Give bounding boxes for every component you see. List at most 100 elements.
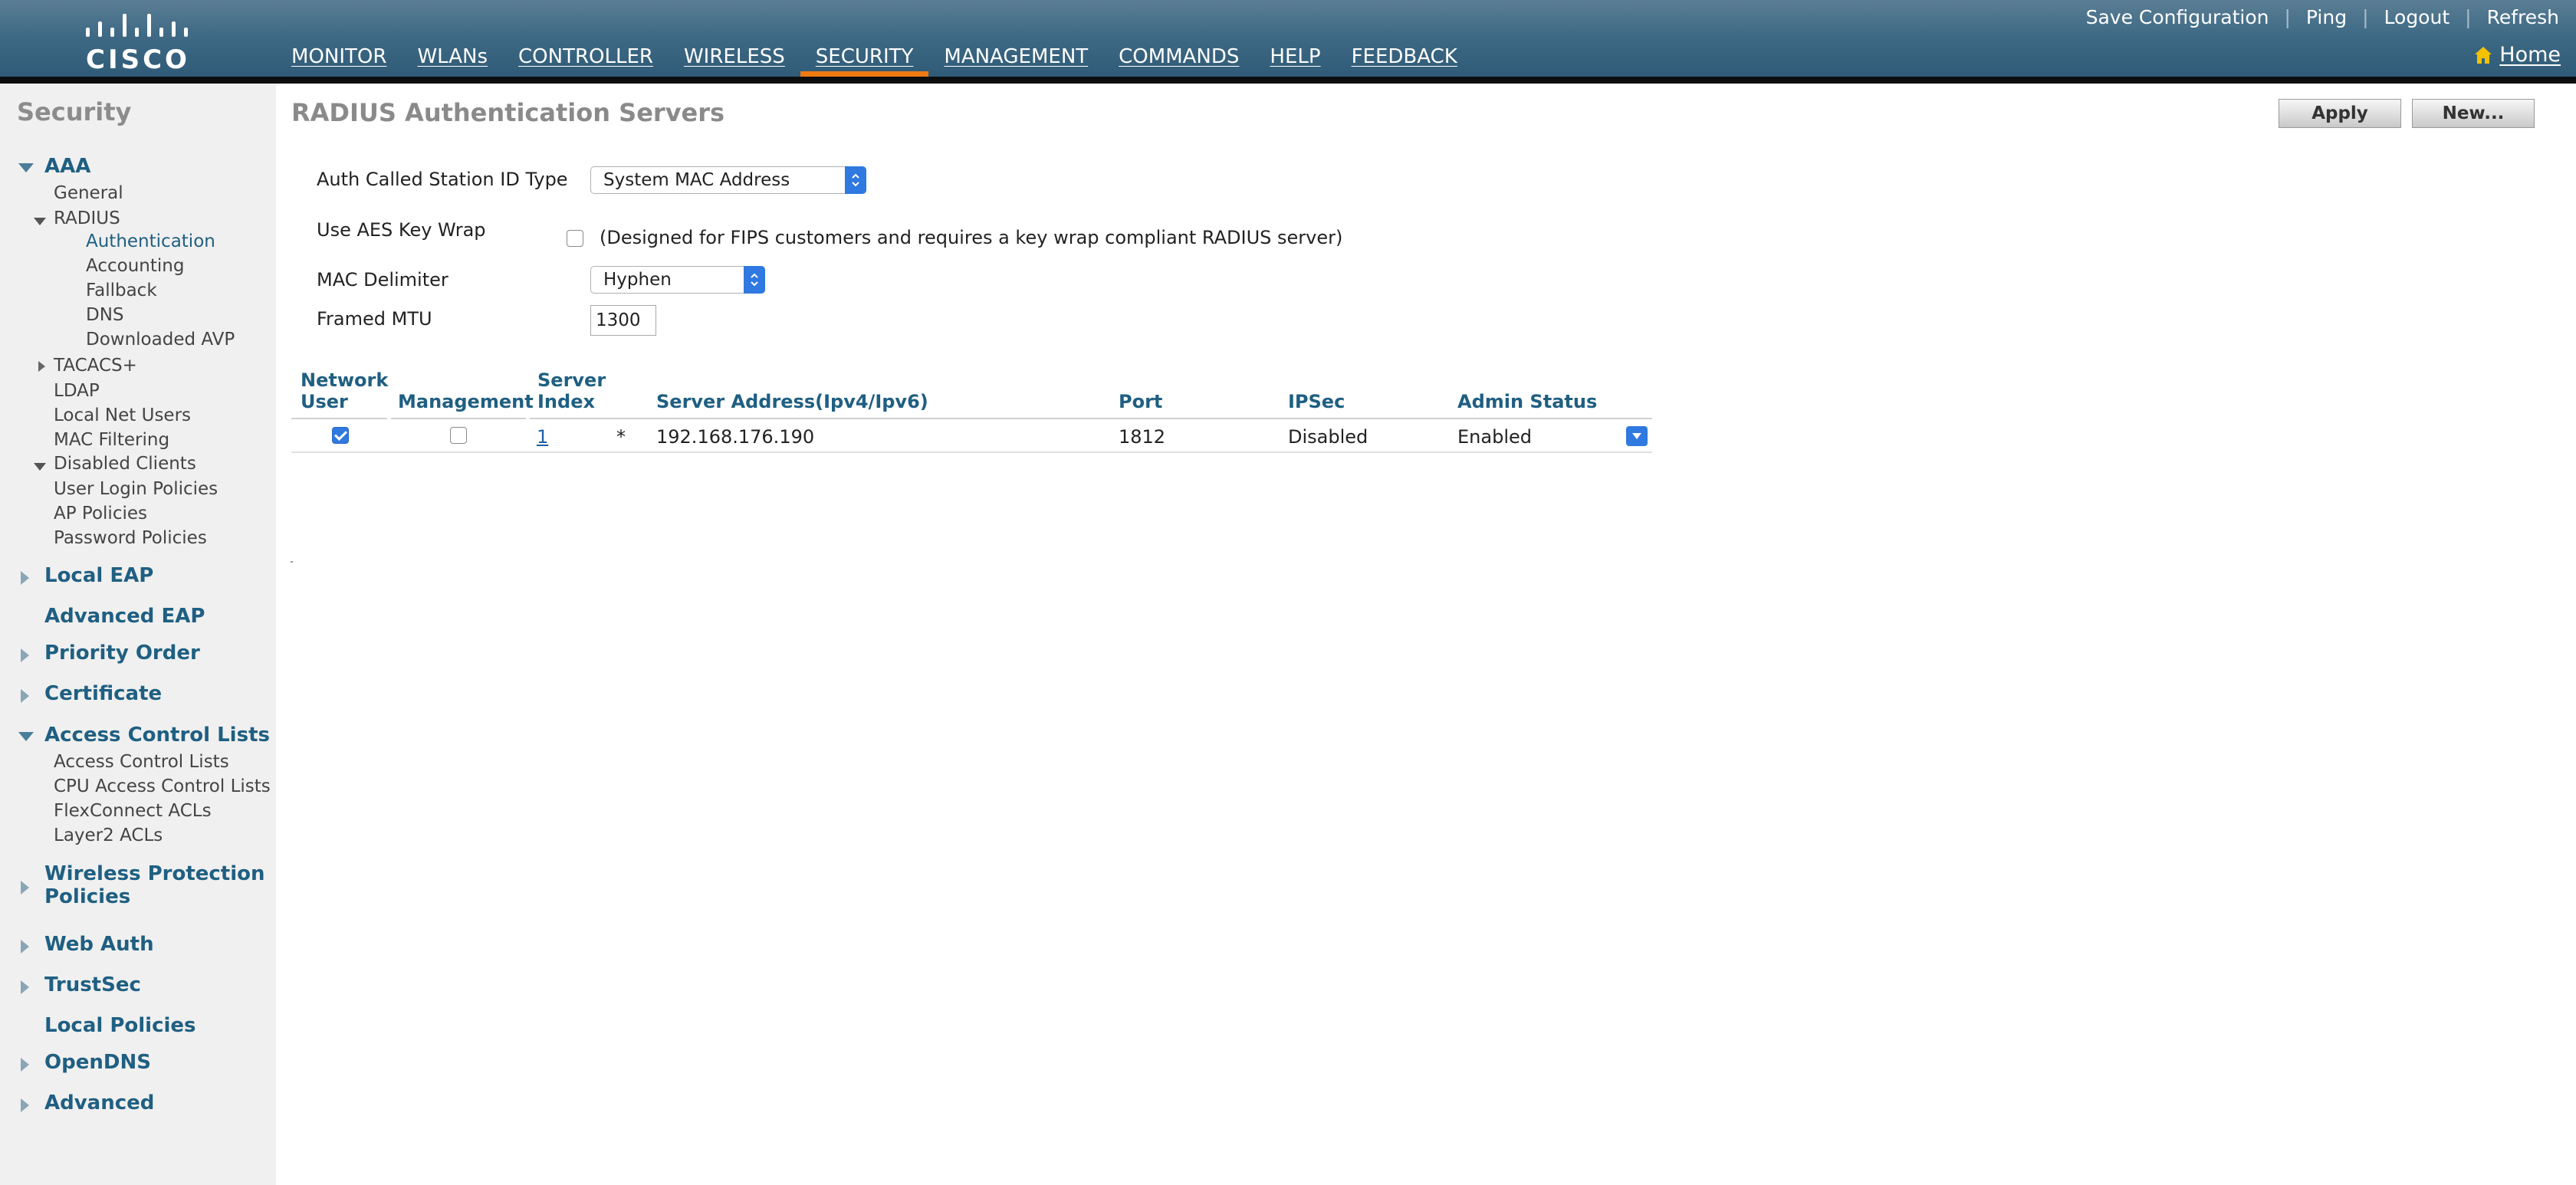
server-index-link[interactable]: 1 (537, 426, 548, 448)
sidebar-item-access-control-lists[interactable]: Access Control Lists (44, 724, 270, 747)
aes-key-wrap-checkbox[interactable] (567, 230, 583, 247)
sidebar-item-ldap[interactable]: LDAP (54, 381, 100, 401)
sidebar-item-accounting[interactable]: Accounting (86, 256, 184, 276)
collapse-triangle-icon[interactable] (21, 648, 29, 662)
sidebar-item-dns[interactable]: DNS (86, 305, 124, 325)
sidebar-item-downloaded-avp[interactable]: Downloaded AVP (86, 330, 235, 350)
select-arrows-icon (744, 266, 765, 294)
expand-triangle-icon[interactable] (18, 163, 34, 172)
sidebar-item-trustsec[interactable]: TrustSec (44, 973, 141, 996)
nav-commands[interactable]: COMMANDS (1103, 43, 1254, 77)
sidebar-item-flexconnect-acls[interactable]: FlexConnect ACLs (54, 801, 212, 821)
sidebar-item-priority-order[interactable]: Priority Order (44, 642, 200, 665)
nav-management[interactable]: MANAGEMENT (928, 43, 1103, 77)
sidebar-item-ap-policies[interactable]: AP Policies (54, 504, 147, 524)
sidebar-item-local-policies[interactable]: Local Policies (44, 1014, 196, 1037)
sidebar-item-mac-filtering[interactable]: MAC Filtering (54, 430, 169, 450)
nav-wlans[interactable]: WLANs (402, 43, 503, 77)
sidebar-item-opendns[interactable]: OpenDNS (44, 1051, 151, 1074)
aes-key-wrap-label: Use AES Key Wrap (317, 219, 486, 241)
sidebar-item-tacacs[interactable]: TACACS+ (54, 356, 137, 376)
sidebar-item-web-auth[interactable]: Web Auth (44, 933, 154, 956)
cisco-wordmark: CISCO (86, 44, 190, 75)
apply-button[interactable]: Apply (2279, 99, 2401, 128)
sidebar-item-advanced-eap[interactable]: Advanced EAP (44, 605, 205, 628)
expand-triangle-icon[interactable] (34, 218, 46, 225)
cisco-logo: CISCO (84, 11, 192, 75)
ping-link[interactable]: Ping (2306, 6, 2347, 28)
collapse-triangle-icon[interactable] (21, 940, 29, 954)
sidebar-item-general[interactable]: General (54, 183, 123, 203)
col-header-server-line2: Index (537, 391, 595, 412)
row-actions-dropdown[interactable] (1626, 426, 1648, 446)
nav-controller[interactable]: CONTROLLER (503, 43, 669, 77)
col-header-network-line2: User (301, 391, 348, 412)
auth-called-station-value: System MAC Address (603, 170, 790, 190)
home-icon (2475, 46, 2492, 64)
col-header-network-user: Network User (301, 369, 388, 412)
sidebar-item-local-eap[interactable]: Local EAP (44, 564, 153, 587)
sidebar-item-advanced[interactable]: Advanced (44, 1091, 154, 1114)
new-button[interactable]: New... (2412, 99, 2535, 128)
collapse-triangle-icon[interactable] (21, 1058, 29, 1072)
sidebar-item-authentication[interactable]: Authentication (86, 231, 215, 251)
col-header-network-line1: Network (301, 369, 389, 391)
sidebar-item-layer2-acls[interactable]: Layer2 ACLs (54, 826, 163, 845)
nav-help[interactable]: HELP (1254, 43, 1336, 77)
sidebar-item-user-login-policies[interactable]: User Login Policies (54, 479, 218, 499)
sidebar-item-cpu-acl[interactable]: CPU Access Control Lists (54, 776, 271, 796)
top-header: CISCO MONITOR WLANs CONTROLLER WIRELESS … (0, 0, 2576, 77)
sidebar-item-radius[interactable]: RADIUS (54, 208, 120, 228)
mac-delimiter-select[interactable]: Hyphen (590, 266, 765, 294)
framed-mtu-input[interactable] (590, 305, 656, 336)
header-rule (391, 418, 526, 419)
auth-called-station-select[interactable]: System MAC Address (590, 166, 866, 194)
sidebar-item-local-net-users[interactable]: Local Net Users (54, 405, 191, 425)
refresh-link[interactable]: Refresh (2487, 6, 2559, 28)
nav-security[interactable]: SECURITY (800, 43, 929, 77)
nav-wireless[interactable]: WIRELESS (669, 43, 800, 77)
expand-triangle-icon[interactable] (18, 732, 34, 741)
separator: | (2284, 6, 2291, 28)
server-address: 192.168.176.190 (656, 426, 815, 448)
collapse-triangle-icon[interactable] (21, 689, 29, 703)
sidebar-item-password-policies[interactable]: Password Policies (54, 528, 207, 548)
collapse-triangle-icon[interactable] (21, 980, 29, 994)
header-rule (530, 418, 1652, 419)
sidebar-item-acl[interactable]: Access Control Lists (54, 752, 229, 772)
utility-links: Save Configuration | Ping | Logout | Ref… (2086, 6, 2559, 28)
col-header-server-address: Server Address(Ipv4/Ipv6) (656, 391, 928, 412)
sidebar-title: Security (17, 97, 132, 126)
sidebar-item-aaa[interactable]: AAA (44, 155, 90, 178)
home-link[interactable]: Home (2473, 43, 2561, 67)
collapse-triangle-icon[interactable] (21, 881, 29, 894)
sidebar-item-fallback[interactable]: Fallback (86, 281, 157, 300)
collapse-triangle-icon[interactable] (38, 361, 45, 372)
cisco-bridge-icon (86, 14, 188, 37)
sidebar-item-disabled-clients[interactable]: Disabled Clients (54, 454, 196, 474)
main-nav: MONITOR WLANs CONTROLLER WIRELESS SECURI… (276, 43, 1473, 77)
server-port: 1812 (1119, 426, 1166, 448)
management-checkbox[interactable] (450, 427, 467, 444)
page-title: RADIUS Authentication Servers (291, 98, 725, 127)
auth-called-station-label: Auth Called Station ID Type (317, 169, 568, 190)
col-header-server-line1: Server (537, 369, 606, 391)
server-marker: * (616, 426, 626, 448)
stray-dot (291, 561, 293, 563)
nav-feedback[interactable]: FEEDBACK (1336, 43, 1473, 77)
network-user-checkbox[interactable] (332, 427, 349, 444)
header-divider (0, 77, 2576, 84)
sidebar-item-wireless-protection-policies[interactable]: Policies (44, 885, 130, 908)
expand-triangle-icon[interactable] (34, 463, 46, 471)
col-header-server-index: Server Index (537, 369, 606, 412)
sidebar-item-certificate[interactable]: Certificate (44, 682, 162, 705)
server-ipsec: Disabled (1288, 426, 1368, 448)
collapse-triangle-icon[interactable] (21, 571, 29, 585)
logout-link[interactable]: Logout (2384, 6, 2450, 28)
nav-monitor[interactable]: MONITOR (276, 43, 402, 77)
framed-mtu-label: Framed MTU (317, 308, 432, 330)
collapse-triangle-icon[interactable] (21, 1098, 29, 1112)
sidebar-item-wireless-protection[interactable]: Wireless Protection (44, 862, 265, 885)
col-header-management: Management (398, 391, 534, 412)
save-configuration-link[interactable]: Save Configuration (2086, 6, 2269, 28)
